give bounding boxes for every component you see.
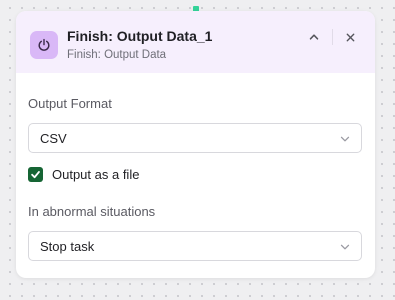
close-icon [346, 33, 354, 41]
output-as-file-label[interactable]: Output as a file [52, 167, 139, 182]
header-divider [332, 29, 333, 45]
chevron-up-icon [309, 34, 319, 40]
output-as-file-checkbox[interactable] [28, 167, 43, 182]
output-format-label: Output Format [28, 96, 112, 111]
power-icon [30, 31, 58, 59]
node-title: Finish: Output Data_1 [67, 28, 213, 44]
abnormal-situations-select[interactable]: Stop task [28, 231, 362, 261]
close-button[interactable] [341, 28, 359, 46]
output-format-select[interactable]: CSV [28, 123, 362, 153]
checkmark-icon [31, 171, 40, 179]
chevron-down-icon [340, 244, 350, 250]
abnormal-situations-value: Stop task [40, 239, 95, 254]
node-subtitle: Finish: Output Data [67, 49, 167, 61]
collapse-button[interactable] [305, 28, 323, 46]
node-header: Finish: Output Data_1 Finish: Output Dat… [16, 11, 375, 73]
output-format-value: CSV [40, 131, 67, 146]
finish-output-data-node[interactable]: Finish: Output Data_1 Finish: Output Dat… [16, 11, 375, 278]
abnormal-situations-label: In abnormal situations [28, 204, 156, 219]
chevron-down-icon [340, 136, 350, 142]
